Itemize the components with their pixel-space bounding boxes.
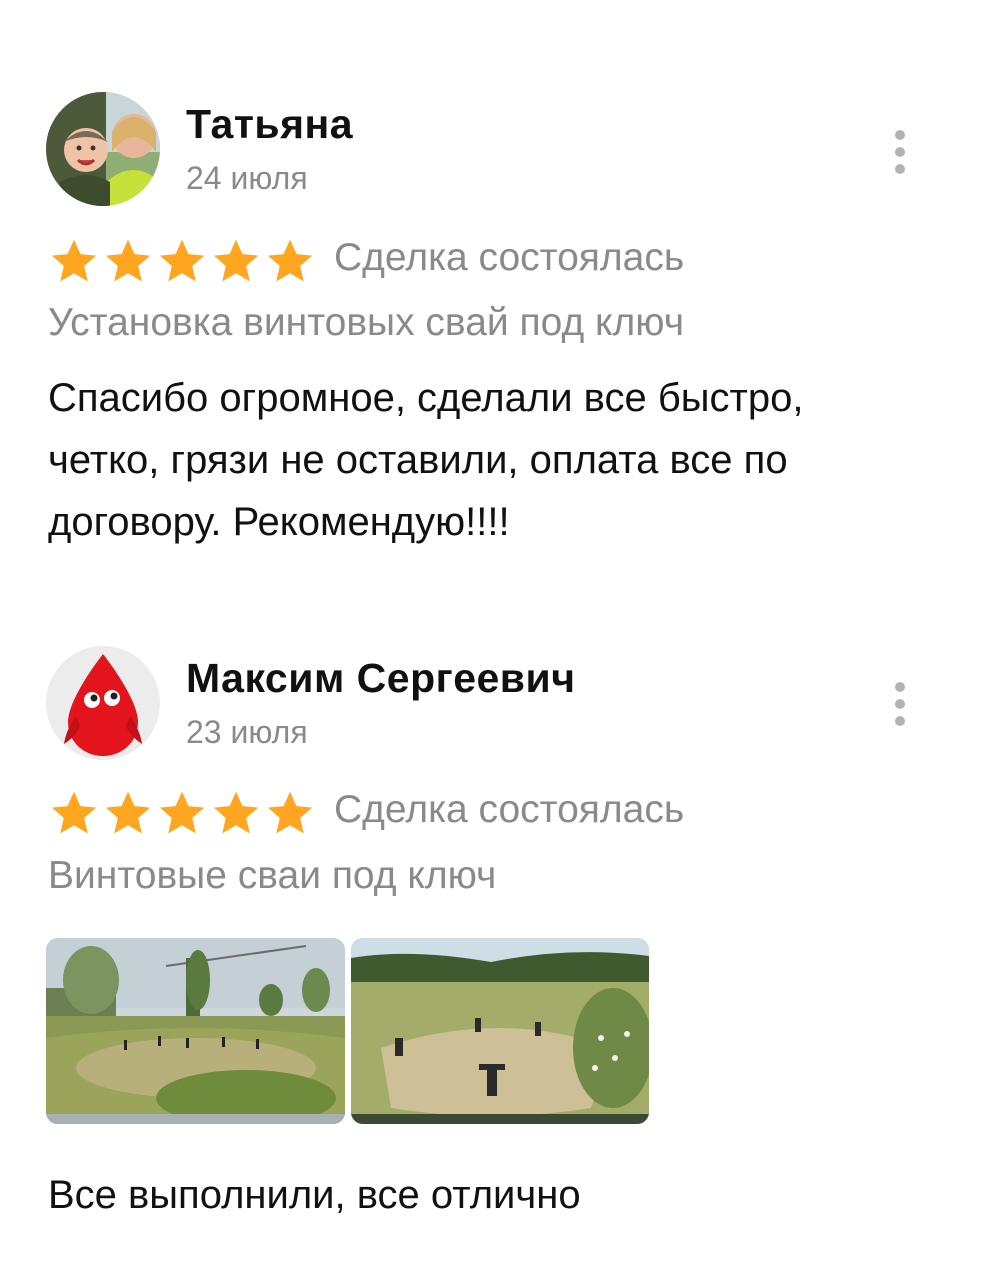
star-icon [156, 236, 208, 286]
more-options-icon[interactable] [889, 682, 911, 726]
review-photo[interactable] [46, 938, 345, 1124]
star-icon [102, 236, 154, 286]
review-text-line: Все выполнили, все отлично [48, 1173, 581, 1217]
author-name[interactable]: Татьяна [186, 101, 353, 148]
star-icon [210, 788, 262, 838]
star-icon [264, 788, 316, 838]
menu-dot [895, 164, 905, 174]
menu-dot [895, 716, 905, 726]
star-icon [102, 788, 154, 838]
menu-dot [895, 130, 905, 140]
service-name[interactable]: Винтовые сваи под ключ [48, 854, 496, 898]
deal-status: Сделка состоялась [334, 788, 685, 831]
review-text: Спасибо огромное, сделали все быстро, че… [48, 367, 948, 553]
menu-dot [895, 699, 905, 709]
author-name[interactable]: Максим Сергеевич [186, 655, 576, 702]
star-icon [210, 236, 262, 286]
star-icon [264, 236, 316, 286]
service-name[interactable]: Установка винтовых свай под ключ [48, 301, 684, 345]
menu-dot [895, 682, 905, 692]
deal-status: Сделка состоялась [334, 236, 685, 279]
star-rating [48, 788, 316, 838]
author-avatar[interactable] [46, 646, 160, 760]
review-date: 23 июля [186, 714, 308, 750]
review-text: Все выполнили, все отлично [48, 1164, 948, 1226]
review-text-line: Спасибо огромное, сделали все быстро, [48, 376, 804, 420]
more-options-icon[interactable] [889, 130, 911, 174]
menu-dot [895, 147, 905, 157]
review-date: 24 июля [186, 160, 308, 196]
star-icon [48, 236, 100, 286]
star-icon [156, 788, 208, 838]
review-photo[interactable] [351, 938, 649, 1124]
star-rating [48, 236, 316, 286]
star-icon [48, 788, 100, 838]
review-text-line: четко, грязи не оставили, оплата все по [48, 438, 788, 482]
author-avatar[interactable] [46, 92, 160, 206]
review-text-line: договору. Рекомендую!!!! [48, 500, 510, 544]
